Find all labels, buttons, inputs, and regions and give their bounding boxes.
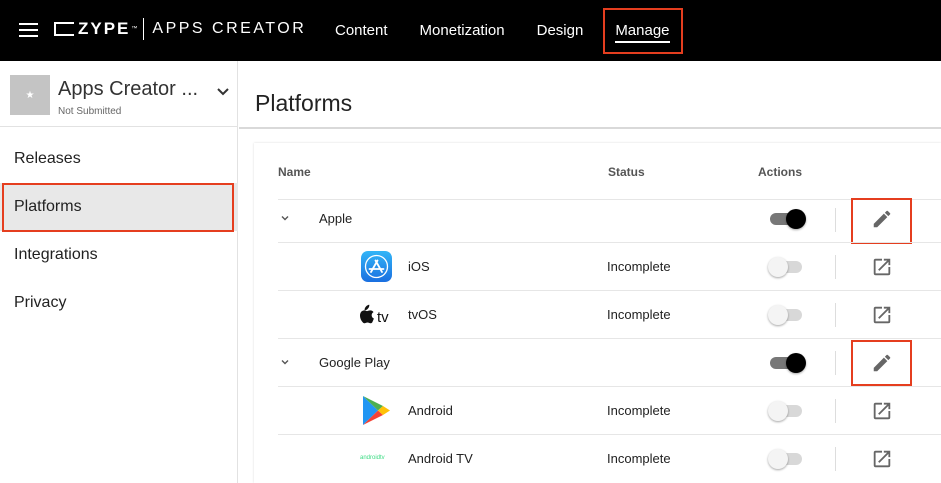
column-header-actions: Actions: [758, 165, 803, 179]
group-name-google-play: Google Play: [319, 355, 390, 370]
sidebar-item-integrations[interactable]: Integrations: [0, 231, 238, 279]
highlight-platforms-box: [2, 183, 234, 232]
brand-divider: [143, 18, 145, 40]
open-external-icon[interactable]: [871, 400, 893, 422]
column-header-name: Name: [278, 165, 311, 179]
highlight-manage-box: [603, 8, 683, 54]
status-android-tv: Incomplete: [607, 451, 671, 466]
group-name-apple: Apple: [319, 211, 353, 226]
open-external-icon[interactable]: [871, 256, 893, 278]
product-name: APPS CREATOR: [152, 20, 307, 37]
page-title: Platforms: [255, 90, 353, 116]
action-divider: [835, 399, 836, 423]
toggle-ios[interactable]: [768, 257, 806, 277]
platform-name-tvos: tvOS: [408, 307, 437, 322]
status-ios: Incomplete: [607, 259, 671, 274]
toggle-apple[interactable]: [768, 209, 806, 229]
action-divider: [835, 208, 836, 232]
app-store-icon: [361, 251, 392, 282]
toggle-android[interactable]: [768, 401, 806, 421]
chevron-down-icon[interactable]: [216, 85, 230, 99]
brand-trademark: ™: [131, 26, 138, 32]
nav-monetization[interactable]: Monetization: [420, 22, 505, 39]
title-divider: [239, 127, 941, 129]
google-play-icon: [363, 396, 390, 425]
action-divider: [835, 303, 836, 327]
open-external-icon[interactable]: [871, 448, 893, 470]
action-divider: [835, 351, 836, 375]
highlight-edit-google-play-box: [851, 340, 912, 386]
platform-name-android-tv: Android TV: [408, 451, 473, 466]
status-tvos: Incomplete: [607, 307, 671, 322]
open-external-icon[interactable]: [871, 304, 893, 326]
toggle-google-play[interactable]: [768, 353, 806, 373]
platform-name-ios: iOS: [408, 259, 430, 274]
nav-content[interactable]: Content: [335, 22, 388, 39]
apple-tv-icon: tv: [360, 304, 389, 326]
svg-text:tv: tv: [377, 309, 389, 326]
column-header-status: Status: [608, 165, 645, 179]
android-tv-icon: androidtv: [360, 455, 385, 461]
top-bar: ZYPE ™ APPS CREATOR Content Monetization…: [0, 0, 941, 61]
chevron-down-icon[interactable]: [279, 212, 291, 224]
brand-logo[interactable]: ZYPE ™ APPS CREATOR: [54, 18, 306, 40]
sidebar-item-privacy[interactable]: Privacy: [0, 279, 238, 327]
brand-name: ZYPE: [78, 19, 131, 38]
zype-mark-icon: [54, 22, 74, 36]
toggle-android-tv[interactable]: [768, 449, 806, 469]
table-row-group-apple: [278, 199, 941, 247]
action-divider: [835, 447, 836, 471]
status-android: Incomplete: [607, 403, 671, 418]
highlight-edit-apple-box: [851, 198, 912, 244]
platform-name-android: Android: [408, 403, 453, 418]
app-title: Apps Creator ...: [58, 78, 199, 100]
nav-design[interactable]: Design: [537, 22, 584, 39]
app-thumbnail-star-icon: ★: [10, 75, 50, 115]
sidebar-item-releases[interactable]: Releases: [0, 135, 238, 183]
hamburger-menu-icon[interactable]: [19, 23, 38, 37]
chevron-down-icon[interactable]: [279, 356, 291, 368]
toggle-tvos[interactable]: [768, 305, 806, 325]
action-divider: [835, 255, 836, 279]
sidebar: ★ Apps Creator ... Not Submitted Release…: [0, 61, 238, 483]
app-selector[interactable]: ★ Apps Creator ... Not Submitted: [0, 61, 237, 127]
app-status: Not Submitted: [58, 106, 122, 117]
